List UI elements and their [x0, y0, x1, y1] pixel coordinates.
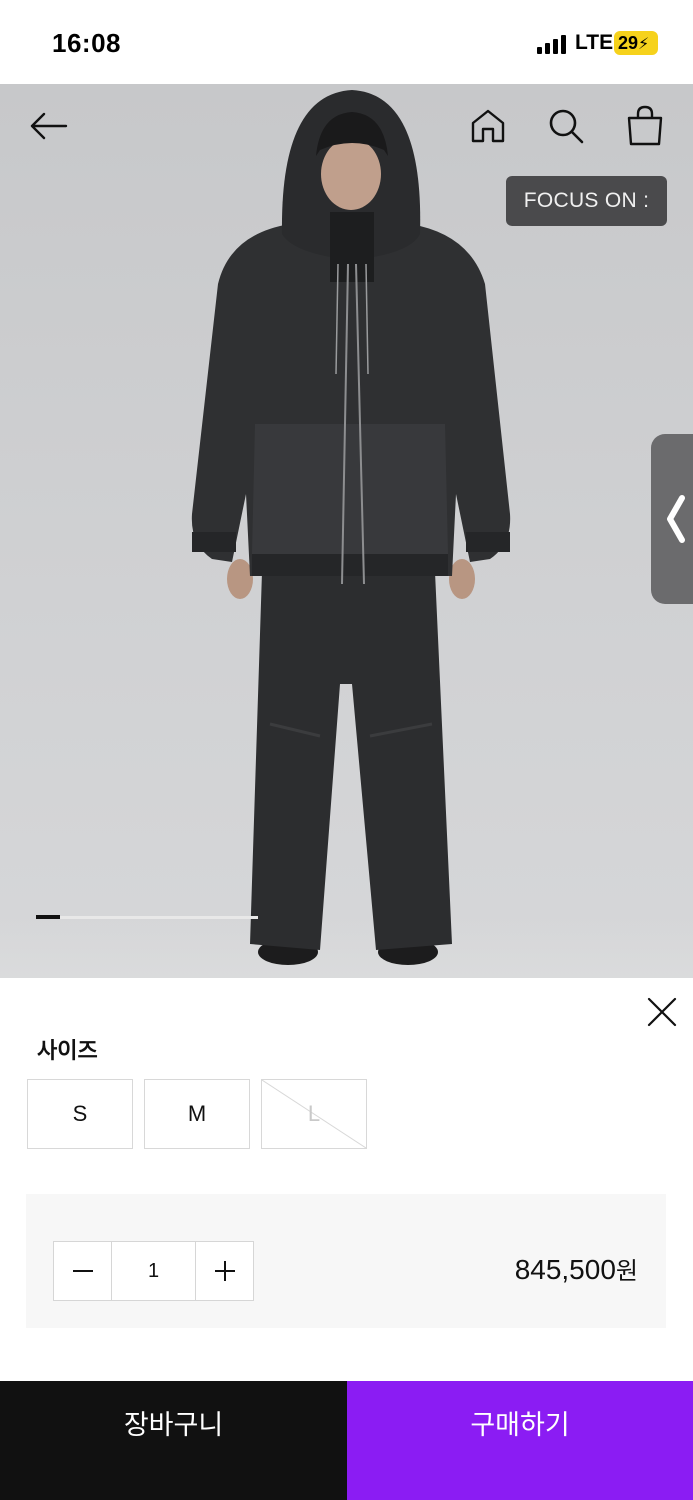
quantity-stepper: 1 [53, 1241, 254, 1301]
size-option-m[interactable]: M [144, 1079, 250, 1149]
search-icon [549, 109, 584, 144]
close-button[interactable] [642, 992, 682, 1032]
focus-on-button[interactable]: FOCUS ON : [506, 176, 667, 226]
minus-icon [72, 1270, 93, 1272]
size-option-s[interactable]: S [27, 1079, 133, 1149]
size-option-l-soldout: L [261, 1079, 367, 1149]
image-progress-fill [36, 915, 61, 919]
search-button[interactable] [544, 104, 588, 148]
battery-level: 29 [618, 33, 639, 53]
size-label: 사이즈 [37, 1038, 98, 1063]
quantity-value[interactable]: 1 [111, 1242, 196, 1300]
shopping-bag-icon [627, 105, 663, 146]
plus-icon [214, 1261, 235, 1281]
back-button[interactable] [24, 104, 72, 148]
cart-icon-button[interactable] [622, 102, 668, 148]
arrow-left-icon [30, 112, 68, 140]
image-progress-track [36, 915, 258, 919]
quantity-panel: 1 845,500원 [26, 1194, 666, 1328]
total-price: 845,500원 [515, 1251, 638, 1286]
signal-icon [537, 34, 569, 54]
home-icon [471, 109, 505, 143]
network-label: LTE [575, 31, 614, 54]
size-option-label: L [307, 1101, 321, 1126]
close-icon [647, 997, 677, 1027]
increase-button[interactable] [196, 1242, 253, 1300]
status-bar: 16:08 LTE 29⚡ [0, 0, 693, 84]
size-option-label: S [72, 1101, 88, 1126]
price-value: 845,500 [514, 1254, 616, 1285]
side-panel-toggle[interactable] [651, 434, 693, 604]
price-unit: 원 [615, 1258, 638, 1285]
decrease-button[interactable] [54, 1242, 111, 1300]
product-image[interactable]: FOCUS ON : [0, 84, 693, 978]
chevron-left-icon [667, 495, 685, 543]
option-sheet: 사이즈 S M L 1 845,500원 [0, 978, 693, 1381]
size-option-label: M [187, 1101, 207, 1126]
battery-icon: 29⚡ [614, 31, 658, 55]
add-to-cart-button[interactable]: 장바구니 [0, 1381, 347, 1500]
buy-now-button[interactable]: 구매하기 [347, 1381, 693, 1500]
product-model-image [191, 90, 511, 965]
status-time: 16:08 [52, 28, 121, 58]
home-button[interactable] [466, 104, 510, 148]
